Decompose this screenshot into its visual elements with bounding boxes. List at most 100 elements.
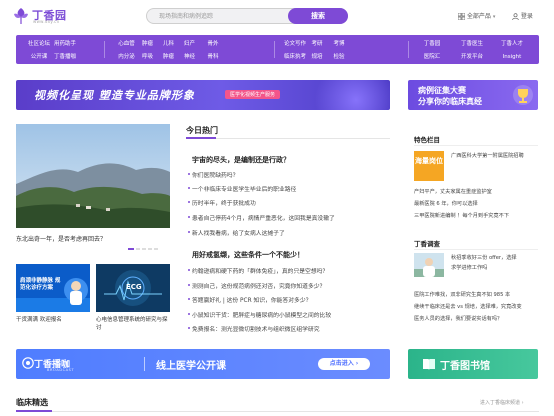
hot-list-item[interactable]: 历时半年，终于获批成功: [188, 198, 256, 207]
user-icon: [512, 13, 519, 20]
hot-list-item[interactable]: 答题赢好礼 | 这份 PCR 知识，你能答对多少？: [187, 295, 311, 304]
nav-item[interactable]: 考研: [306, 38, 328, 50]
special-item[interactable]: 最新医院 6 年，你可以选择: [414, 200, 478, 208]
book-icon: [423, 359, 435, 370]
case-contest-banner[interactable]: 病例征集大赛 分享你的临床真经: [408, 80, 538, 110]
nav-item[interactable]: 社区论坛: [26, 38, 52, 50]
hot-headline[interactable]: 用好戒氢缬，这些条件一个不能少！: [192, 250, 304, 260]
grid-icon: [458, 13, 465, 20]
carousel-dot[interactable]: [148, 248, 152, 250]
survey-item[interactable]: 医院工作难找，双非研究生真不如 985 本: [414, 291, 510, 299]
carousel-dot[interactable]: [128, 248, 134, 250]
section-accent: [16, 410, 52, 412]
clinical-section-title: 临床精选: [16, 398, 48, 407]
broadcast-logo-icon: [22, 357, 34, 369]
nav-item[interactable]: 医院汇: [412, 51, 452, 63]
nav-item[interactable]: 妇产: [179, 38, 200, 50]
course-thumbnail-1[interactable]: 肩颈非静静脉 规范化诊疗方案: [16, 264, 90, 312]
hot-headline[interactable]: 宇宙的尽头，是编制还是行政？: [192, 155, 290, 165]
search-button[interactable]: 搜索: [288, 8, 348, 24]
nav-item[interactable]: 丁香人才: [492, 38, 532, 50]
special-item[interactable]: 产妇平产，丈夫家属在重症监护室: [414, 188, 492, 196]
nav-item[interactable]: 骨科: [202, 51, 224, 63]
nav-item[interactable]: 肿瘤: [158, 51, 179, 63]
survey-item[interactable]: 求学进修工作吗: [451, 264, 487, 272]
library-banner[interactable]: 丁香图书馆: [408, 349, 538, 379]
special-item[interactable]: 广西医科大学第一附属医院招聘: [451, 152, 524, 160]
nav-group-platforms: 丁香园 丁香医生 丁香人才 医院汇 开发平台 Insight: [412, 35, 532, 64]
nav-item[interactable]: 肿瘤: [137, 38, 158, 50]
login-label: 登录: [520, 13, 533, 20]
enter-button[interactable]: 点击进入 ›: [318, 358, 370, 370]
carousel-dot[interactable]: [142, 248, 146, 250]
main-nav: 社区论坛 用药助手 公开课 丁香播咖 心血管 肿瘤 儿科 妇产 内分泌 呼吸 肿…: [16, 35, 539, 64]
hot-list-item[interactable]: 患者自己停药4个月，病情严重恶化，这回我是真没辙了: [188, 213, 335, 222]
open-course-banner[interactable]: 丁香播咖 BROADCAST 线上医学公开课 点击进入 ›: [16, 349, 390, 379]
carousel-dot[interactable]: [136, 248, 140, 250]
nav-item[interactable]: 呼吸: [137, 51, 158, 63]
section-divider: [414, 249, 538, 250]
banner-divider: [144, 357, 145, 371]
banner-right-line2: 分享你的临床真经: [418, 97, 482, 106]
nav-item[interactable]: 儿科: [158, 38, 179, 50]
hot-list-item[interactable]: 约翰逊病和硬下药的「群体免疫」，真的只是空想吗？: [187, 266, 328, 275]
nav-item[interactable]: 公开课: [26, 51, 52, 63]
survey-item[interactable]: 秋招季收好三份 offer，选择: [451, 254, 517, 262]
survey-image[interactable]: [414, 253, 444, 277]
nav-divider: [274, 41, 275, 58]
nav-item[interactable]: 用药助手: [52, 38, 78, 50]
doctor-photo: [414, 253, 444, 277]
hot-list-item[interactable]: 测测自己，这份规范病例还对否，究竟你知道多少？: [187, 281, 325, 290]
survey-item[interactable]: 医务人员的选择，我们要说实话有吗？: [414, 315, 502, 323]
nav-item[interactable]: 检验: [328, 51, 350, 63]
thumb-caption-1[interactable]: 干货满满 欢迎报名: [16, 316, 90, 324]
thumb-poster-text: 肩颈非静静脉 规范化诊疗方案: [20, 278, 61, 291]
nav-item[interactable]: 骨外: [202, 38, 224, 50]
search-input[interactable]: [159, 11, 299, 21]
video-brand-banner[interactable]: 视频化呈现 塑造专业品牌形象 医学化视频生产服务: [16, 80, 390, 110]
hero-caption[interactable]: 东北出奇一年，是否考虑再回去？: [16, 234, 106, 243]
nav-item[interactable]: 规培: [306, 51, 328, 63]
nav-group-ortho: 骨外 骨科: [202, 35, 224, 64]
nav-item[interactable]: 丁香播咖: [52, 51, 78, 63]
thumb-caption-2[interactable]: 心电信息管理系统的研究与探讨: [96, 316, 170, 332]
logo[interactable]: 丁香园 www.dxy.cn: [12, 6, 72, 26]
all-products-menu[interactable]: 全部产品 ▾: [458, 11, 495, 20]
trophy-icon: [513, 85, 533, 105]
broadcast-logo-sub: BROADCAST: [47, 368, 75, 372]
clinical-more-link[interactable]: 进入丁香临床频道 ›: [480, 399, 524, 406]
hot-list-item[interactable]: 免费报名：测光显微切割技术与组织微区组学研究: [188, 324, 320, 333]
carousel-dot[interactable]: [154, 248, 158, 250]
job-ad-image[interactable]: 海量岗位: [414, 151, 444, 181]
hot-list-item[interactable]: 一个非临床专业医学生毕业后的职业路径: [187, 184, 296, 193]
nav-item[interactable]: 心血管: [116, 38, 137, 50]
nav-item[interactable]: 考博: [328, 38, 350, 50]
hot-list-item[interactable]: 小鼠知识干货：肥胖症与糖尿病的小鼠模型之间的比较: [187, 310, 331, 319]
special-item[interactable]: 三甲医院新进编制 ！每个月到手究竟不下: [414, 212, 509, 220]
hot-list-item[interactable]: 你们医院缺药吗？: [187, 170, 238, 179]
today-hot-title: 今日热门: [186, 126, 218, 135]
survey-item[interactable]: 继续干临床还是去 vs 规培，选择难，究竟改变: [414, 303, 522, 311]
library-text: 丁香图书馆: [440, 361, 490, 372]
nav-item[interactable]: Insight: [492, 51, 532, 63]
login-link[interactable]: 登录: [512, 11, 533, 20]
logo-url: www.dxy.cn: [33, 19, 60, 24]
nav-item[interactable]: 神经: [179, 51, 200, 63]
hot-list-item[interactable]: 新人找我看病，给了女病人这摊子了: [188, 228, 285, 237]
nav-item[interactable]: 开发平台: [452, 51, 492, 63]
banner-title: 视频化呈现 塑造专业品牌形象: [34, 89, 195, 102]
nav-item[interactable]: 丁香园: [412, 38, 452, 50]
nav-item[interactable]: 临床执考: [284, 51, 306, 63]
nav-item[interactable]: 内分泌: [116, 51, 137, 63]
all-products-label: 全部产品: [466, 13, 491, 20]
course-thumbnail-2[interactable]: ECG: [96, 264, 170, 312]
nav-item[interactable]: 丁香医生: [452, 38, 492, 50]
carousel-dots: [128, 245, 160, 252]
thumb-poster-text: ECG: [126, 283, 142, 291]
banner-tag: 医学化视频生产服务: [225, 90, 281, 99]
survey-title: 丁香调查: [414, 240, 440, 248]
header: 丁香园 www.dxy.cn 搜索 全部产品 ▾ 登录: [0, 0, 554, 30]
section-accent: [186, 137, 216, 139]
hero-image[interactable]: [16, 124, 170, 228]
nav-item[interactable]: 论文写作: [284, 38, 306, 50]
